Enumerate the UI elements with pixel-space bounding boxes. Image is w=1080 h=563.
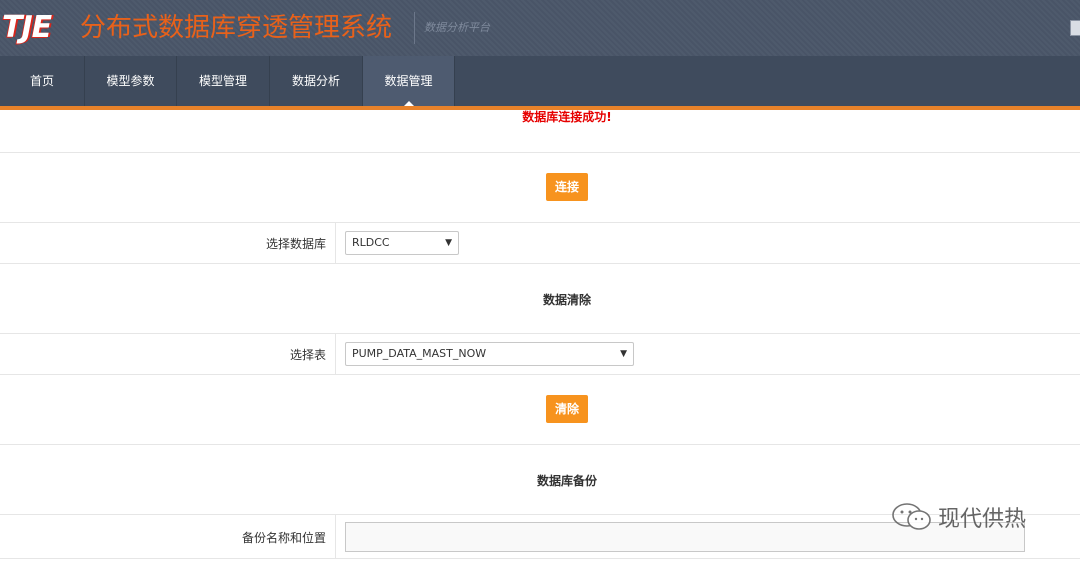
app-title: 分布式数据库穿透管理系统 — [80, 13, 393, 43]
window-icon[interactable] — [1070, 20, 1080, 36]
nav-item-label: 首页 — [29, 74, 54, 88]
table-select-value: PUMP_DATA_MAST_NOW — [352, 347, 487, 360]
app-header: TJE 分布式数据库穿透管理系统 数据分析平台 — [0, 0, 1080, 56]
app-subtitle: 数据分析平台 — [424, 21, 490, 34]
database-select-label: 选择数据库 — [265, 237, 326, 251]
cleanup-section-title: 数据清除 — [542, 293, 591, 307]
chevron-down-icon: ▼ — [445, 238, 452, 248]
main-nav: 首页 模型参数 模型管理 数据分析 数据管理 — [0, 56, 1080, 107]
nav-item-home[interactable]: 首页 — [0, 56, 85, 106]
nav-item-label: 模型管理 — [198, 74, 247, 88]
backup-section-title: 数据库备份 — [536, 474, 597, 488]
nav-item-label: 数据分析 — [291, 74, 340, 88]
backup-label-cell: 备份名称和位置 — [0, 515, 336, 558]
nav-item-data-management[interactable]: 数据管理 — [363, 56, 455, 107]
database-select-value: RLDCC — [352, 236, 390, 249]
clear-row: 清除 — [0, 375, 1080, 445]
nav-item-data-analysis[interactable]: 数据分析 — [270, 56, 363, 106]
nav-item-model-params[interactable]: 模型参数 — [85, 56, 177, 106]
status-row: 数据库连接成功! — [0, 110, 1080, 153]
connect-row: 连接 — [0, 153, 1080, 223]
connect-button[interactable]: 连接 — [546, 173, 588, 201]
cleanup-title-row: 数据清除 — [0, 264, 1080, 334]
table-select-label: 选择表 — [289, 348, 326, 362]
chevron-down-icon: ▼ — [620, 349, 627, 359]
wechat-icon — [890, 502, 934, 532]
watermark-text: 现代供热 — [938, 507, 1027, 532]
clear-button[interactable]: 清除 — [546, 395, 588, 423]
connection-status: 数据库连接成功! — [522, 110, 612, 124]
watermark: 现代供热 — [890, 500, 1026, 534]
nav-item-model-management[interactable]: 模型管理 — [177, 56, 270, 106]
table-select-row: 选择表 PUMP_DATA_MAST_NOW ▼ — [0, 334, 1080, 375]
database-select[interactable]: RLDCC ▼ — [345, 231, 459, 255]
table-select[interactable]: PUMP_DATA_MAST_NOW ▼ — [345, 342, 634, 366]
database-select-row: 选择数据库 RLDCC ▼ — [0, 223, 1080, 264]
table-label-cell: 选择表 — [0, 334, 336, 374]
nav-item-label: 模型参数 — [106, 74, 155, 88]
database-label-cell: 选择数据库 — [0, 223, 336, 263]
title-divider — [414, 12, 415, 44]
tje-logo: TJE — [2, 10, 52, 45]
nav-item-label: 数据管理 — [384, 74, 433, 88]
backup-name-label: 备份名称和位置 — [241, 531, 326, 545]
